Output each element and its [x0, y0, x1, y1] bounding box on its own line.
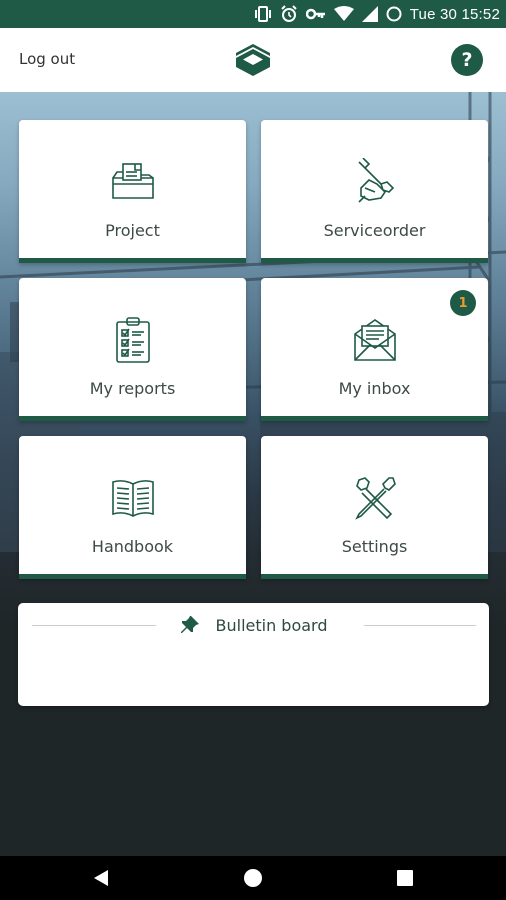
status-bar: Tue 30 15:52 [0, 0, 506, 28]
battery-icon [386, 6, 402, 22]
app-header: Log out ? [0, 28, 506, 92]
clipboard-checklist-icon [115, 317, 150, 363]
tile-handbook[interactable]: Handbook [19, 436, 246, 579]
bulletin-board: Bulletin board [18, 603, 489, 706]
tile-label: My reports [89, 379, 176, 398]
tile-project[interactable]: Project [19, 120, 246, 263]
vpn-key-icon [305, 8, 325, 20]
tile-label: Project [105, 221, 160, 240]
tile-label: My inbox [338, 379, 411, 398]
open-envelope-icon [353, 319, 396, 361]
folder-documents-icon [111, 163, 154, 199]
tools-icon [354, 477, 396, 520]
tile-serviceorder[interactable]: Serviceorder [261, 120, 488, 263]
tile-settings[interactable]: Settings [261, 436, 488, 579]
tile-label: Serviceorder [323, 221, 426, 240]
tile-my-inbox[interactable]: My inbox 1 [261, 278, 488, 421]
recents-icon[interactable] [397, 870, 413, 886]
wrench-hand-icon [357, 158, 394, 203]
signal-icon [361, 6, 378, 22]
tile-label: Handbook [91, 537, 174, 556]
app-logo-icon [236, 44, 270, 76]
wifi-icon [333, 6, 354, 21]
tile-label: Settings [341, 537, 408, 556]
system-nav-bar [0, 856, 506, 900]
back-icon[interactable] [93, 869, 109, 887]
tile-my-reports[interactable]: My reports [19, 278, 246, 421]
unread-badge: 1 [450, 290, 476, 316]
bulletin-title: Bulletin board [215, 615, 328, 635]
help-button[interactable]: ? [451, 44, 483, 76]
logout-button[interactable]: Log out [19, 50, 75, 68]
alarm-icon [281, 5, 297, 22]
pin-icon [180, 616, 199, 633]
bulletin-header: Bulletin board [18, 615, 489, 635]
status-time: Tue 30 15:52 [409, 5, 500, 23]
home-icon[interactable] [244, 869, 262, 887]
open-book-icon [111, 480, 154, 517]
vibrate-icon [254, 6, 271, 22]
